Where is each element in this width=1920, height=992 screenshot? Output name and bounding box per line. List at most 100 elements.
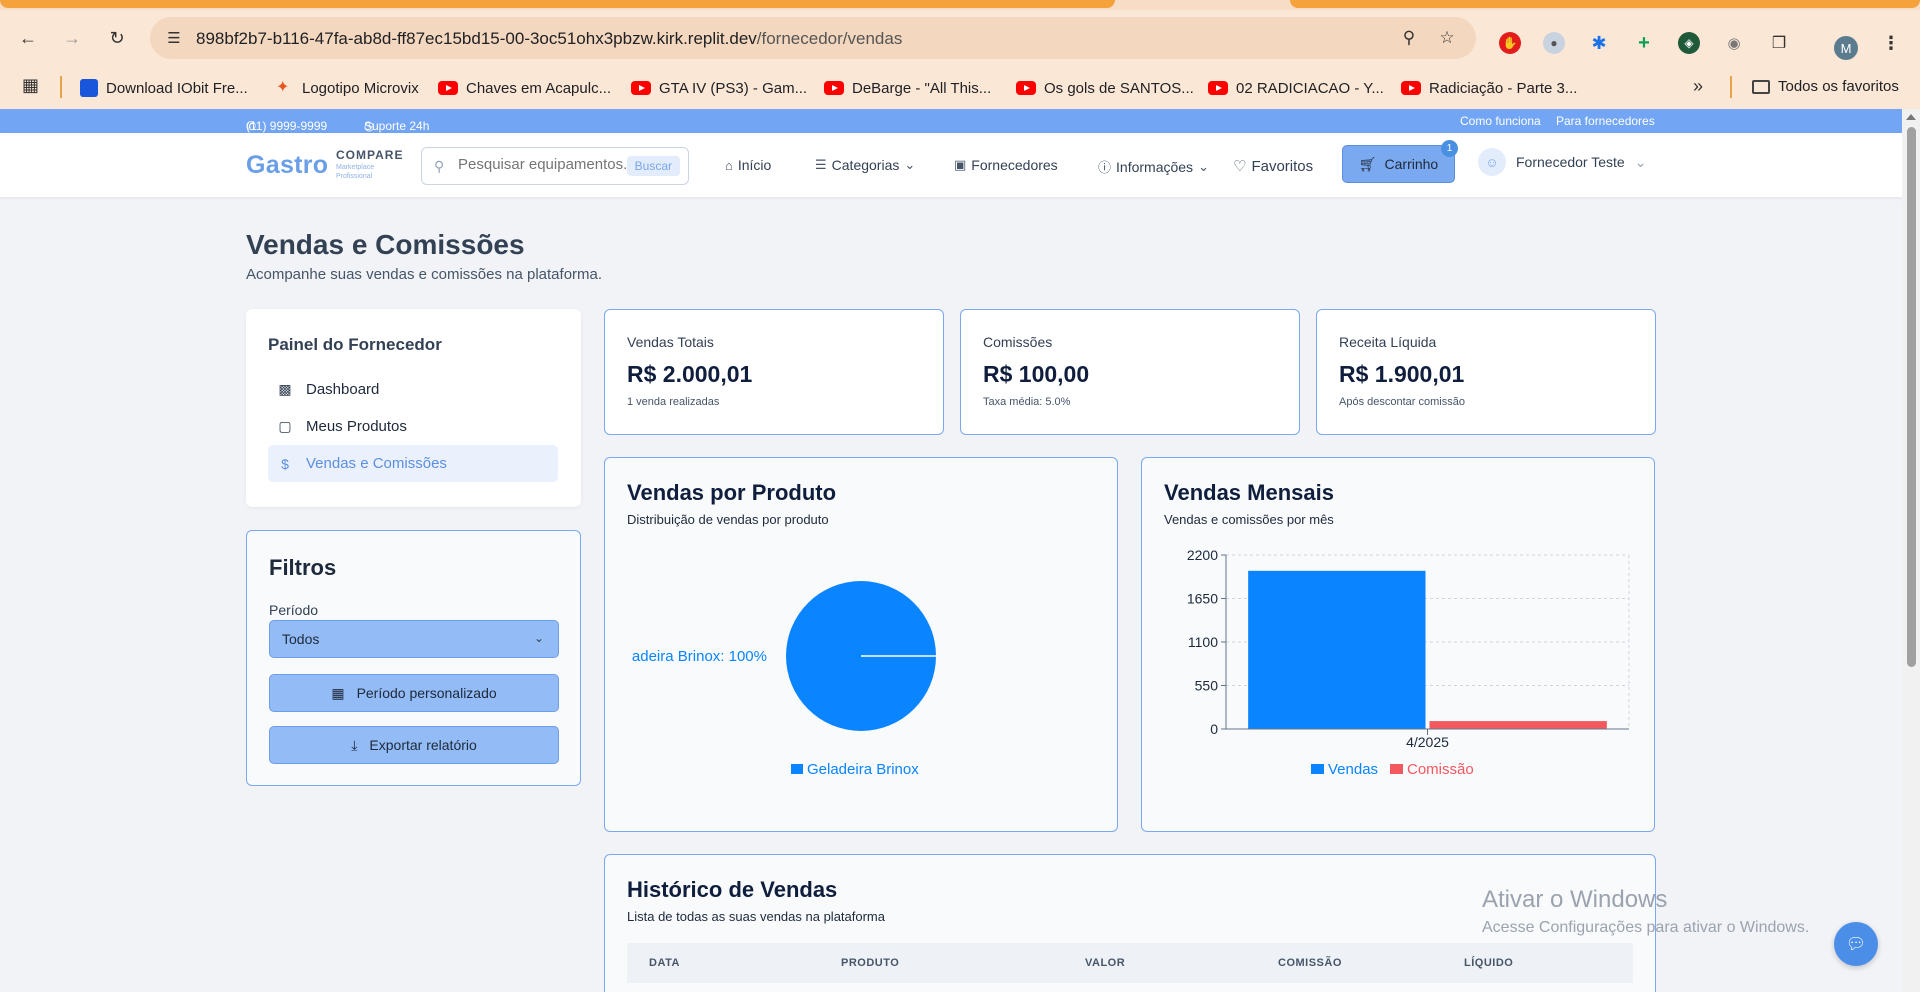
bookmark-label: DeBarge - "All This... — [852, 79, 992, 97]
bookmark-item[interactable]: GTA IV (PS3) - Gam... — [631, 78, 807, 98]
bookmarks-bar: ▦ Download IObit Fre... ✦ Logotipo Microv… — [0, 66, 1920, 109]
chart-description: Vendas e comissões por mês — [1164, 512, 1334, 527]
bookmark-label: Chaves em Acapulc... — [466, 79, 612, 97]
user-name: Fornecedor Teste — [1516, 154, 1625, 170]
sidebar-item-label: Meus Produtos — [306, 418, 407, 435]
address-bar[interactable]: ☰ 898bf2b7-b116-47fa-ab8d-ff87ec15bd15-0… — [150, 17, 1476, 59]
adblock-extension-icon[interactable]: ✋ — [1499, 32, 1521, 54]
y-tick-label: 550 — [1195, 678, 1219, 694]
sidebar-item-sales[interactable]: $ Vendas e Comissões — [268, 445, 558, 482]
nav-favorites[interactable]: ♡ Favoritos — [1233, 157, 1313, 176]
for-suppliers-link[interactable]: Para fornecedores — [1556, 114, 1655, 128]
logo[interactable]: Gastro — [246, 151, 328, 180]
bookmark-item[interactable]: Chaves em Acapulc... — [438, 78, 611, 98]
calendar-icon: ▦ — [331, 684, 345, 701]
how-it-works-link[interactable]: Como funciona — [1460, 114, 1541, 128]
nav-home[interactable]: ⌂ Início — [725, 157, 771, 173]
cart-button[interactable]: 🛒︎ Carrinho — [1342, 145, 1455, 183]
all-bookmarks-folder[interactable]: Todos os favoritos — [1752, 78, 1899, 95]
logo-subtitle: Profissional — [336, 173, 373, 180]
youtube-icon — [1016, 81, 1036, 95]
bookmark-item[interactable]: 02 RADICIACAO - Y... — [1208, 78, 1384, 98]
extension-icon[interactable]: ◈ — [1678, 32, 1700, 54]
reload-icon[interactable]: ↻ — [103, 24, 131, 52]
zoom-icon[interactable]: ⚲ — [1398, 27, 1420, 49]
chart-title: Vendas por Produto — [627, 480, 837, 505]
button-label: Período personalizado — [356, 685, 497, 701]
page-subtitle: Acompanhe suas vendas e comissões na pla… — [246, 266, 603, 283]
youtube-icon — [1401, 81, 1421, 95]
scroll-up-icon[interactable] — [1906, 114, 1916, 120]
bookmark-item[interactable]: Radiciação - Parte 3... — [1401, 78, 1577, 98]
bookmark-label: Download IObit Fre... — [106, 79, 248, 97]
menu-icon[interactable]: ⋮ — [1880, 32, 1902, 54]
site-settings-icon[interactable]: ☰ — [164, 28, 184, 48]
logo-compare: COMPARE — [336, 148, 404, 162]
sidebar-item-label: Dashboard — [306, 381, 380, 398]
url-text[interactable]: 898bf2b7-b116-47fa-ab8d-ff87ec15bd15-00-… — [196, 29, 902, 49]
back-icon[interactable]: ← — [14, 24, 42, 52]
puzzle-extension-icon[interactable]: ✱ — [1588, 32, 1610, 54]
sidebar-item-products[interactable]: ▢ Meus Produtos — [268, 408, 558, 445]
sidebar-item-label: Vendas e Comissões — [306, 455, 447, 472]
column-header[interactable]: LÍQUIDO — [1464, 957, 1513, 969]
top-info-bar: ✆ (11) 9999-9999 ◷ Suporte 24h Como func… — [0, 109, 1902, 133]
folder-label: Todos os favoritos — [1778, 78, 1899, 95]
bookmark-item[interactable]: DeBarge - "All This... — [824, 78, 991, 98]
bookmark-label: Radiciação - Parte 3... — [1429, 79, 1578, 97]
chevron-down-icon: ⌄ — [1634, 153, 1647, 170]
supplier-panel: Painel do Fornecedor ▩ Dashboard ▢ Meus Pr… — [246, 309, 581, 507]
nav-info[interactable]: ⓘ Informações ⌄ — [1098, 157, 1209, 176]
bookmark-item[interactable]: ✦ Logotipo Microvix — [276, 78, 419, 98]
chat-button[interactable]: 💬︎ — [1834, 922, 1878, 966]
nav-categories[interactable]: ☰ Categorias ⌄ — [815, 157, 915, 173]
x-tick-label: 4/2025 — [1406, 734, 1449, 750]
profile-avatar[interactable]: M — [1834, 36, 1858, 60]
nav-suppliers[interactable]: ▣ Fornecedores — [954, 157, 1058, 173]
column-header[interactable]: VALOR — [1085, 957, 1125, 969]
plus-extension-icon[interactable]: + — [1633, 32, 1655, 54]
cart-label: Carrinho — [1384, 156, 1439, 172]
youtube-icon — [438, 81, 458, 95]
logo-subtitle: Marketplace — [336, 164, 375, 171]
user-menu[interactable]: ☺ Fornecedor Teste ⌄ — [1478, 148, 1646, 176]
period-select[interactable]: Todos ⌄ — [269, 620, 559, 658]
y-tick-label: 0 — [1210, 721, 1218, 737]
apps-grid-icon[interactable]: ▦ — [22, 75, 39, 96]
store-icon: ▣ — [954, 157, 967, 172]
site-header: Gastro COMPARE Marketplace Profissional … — [0, 133, 1902, 197]
column-header[interactable]: COMISSÃO — [1278, 957, 1342, 969]
tab[interactable] — [1290, 0, 1920, 8]
bookmark-item[interactable]: Download IObit Fre... — [80, 78, 248, 98]
search-button[interactable]: Buscar — [626, 156, 680, 176]
bookmark-item[interactable]: Os gols de SANTOS... — [1016, 78, 1194, 98]
chevron-down-icon: ⌄ — [904, 157, 916, 172]
scroll-thumb[interactable] — [1907, 127, 1916, 667]
sales-by-product-card: adeira Brinox: 100% Geladeira Brinox Vend… — [604, 457, 1118, 832]
forward-icon[interactable]: → — [58, 24, 86, 52]
sidebar-item-dashboard[interactable]: ▩ Dashboard — [268, 371, 558, 408]
stat-value: R$ 2.000,01 — [627, 361, 753, 387]
supplier-panel-title: Painel do Fornecedor — [268, 335, 442, 354]
bookmark-label: GTA IV (PS3) - Gam... — [659, 79, 808, 97]
extension-icon[interactable]: ● — [1543, 32, 1565, 54]
extensions-icon[interactable]: ❒ — [1768, 32, 1790, 54]
column-header[interactable]: DATA — [649, 957, 680, 969]
history-table-header: DATA PRODUTO VALOR COMISSÃO LÍQUIDO — [627, 943, 1633, 983]
windows-activation-watermark: Ativar o Windows — [1482, 886, 1668, 913]
chevron-down-icon: ⌄ — [1198, 158, 1209, 174]
page-scrollbar[interactable] — [1902, 109, 1920, 992]
column-header[interactable]: PRODUTO — [841, 957, 899, 969]
star-icon[interactable]: ☆ — [1436, 27, 1458, 49]
legend-label: Geladeira Brinox — [807, 761, 919, 778]
camera-icon[interactable]: ◉ — [1723, 32, 1745, 54]
user-icon: ☺ — [1478, 148, 1506, 176]
browser-tabstrip — [0, 0, 1920, 10]
stat-title: Comissões — [983, 334, 1053, 350]
more-bookmarks-icon[interactable]: » — [1693, 76, 1703, 97]
active-tab[interactable] — [0, 0, 1115, 8]
custom-period-button[interactable]: ▦ Período personalizado — [269, 674, 559, 712]
legend-swatch — [1311, 764, 1324, 774]
y-tick-label: 1100 — [1188, 634, 1218, 650]
export-report-button[interactable]: ⤓ Exportar relatório — [269, 726, 559, 764]
